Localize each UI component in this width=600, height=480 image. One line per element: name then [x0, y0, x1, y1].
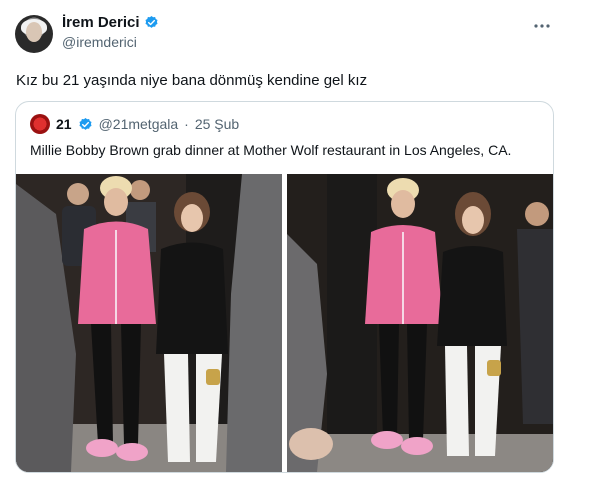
- quoted-photo-1[interactable]: [16, 174, 282, 472]
- quoted-handle[interactable]: @21metgala: [99, 116, 179, 132]
- author-display-name[interactable]: İrem Derici: [62, 14, 140, 31]
- author-avatar[interactable]: [15, 15, 53, 53]
- photo-2-illustration: [287, 174, 553, 472]
- tweet-card[interactable]: İrem Derici @iremderici Kız bu 21 yaşınd…: [0, 0, 600, 480]
- quoted-media-grid: [16, 174, 553, 472]
- avatar-face: [26, 22, 42, 42]
- quoted-avatar[interactable]: [30, 114, 50, 134]
- quoted-text: Millie Bobby Brown grab dinner at Mother…: [30, 142, 512, 158]
- verified-badge-icon: [79, 117, 92, 130]
- verified-badge-icon: [145, 15, 158, 28]
- quoted-tweet[interactable]: 21 @21metgala · 25 Şub Millie Bobby Brow…: [15, 101, 554, 473]
- more-horizontal-icon[interactable]: [530, 16, 554, 36]
- quoted-header: 21 @21metgala · 25 Şub: [30, 114, 239, 134]
- photo-1-illustration: [16, 174, 282, 472]
- quoted-photo-2[interactable]: [287, 174, 553, 472]
- quoted-date[interactable]: 25 Şub: [195, 116, 239, 132]
- author-name-row: İrem Derici: [62, 14, 159, 31]
- quoted-separator: ·: [184, 116, 189, 132]
- quoted-name[interactable]: 21: [56, 116, 72, 132]
- author-handle[interactable]: @iremderici: [62, 34, 137, 50]
- tweet-text: Kız bu 21 yaşında niye bana dönmüş kendi…: [16, 72, 368, 89]
